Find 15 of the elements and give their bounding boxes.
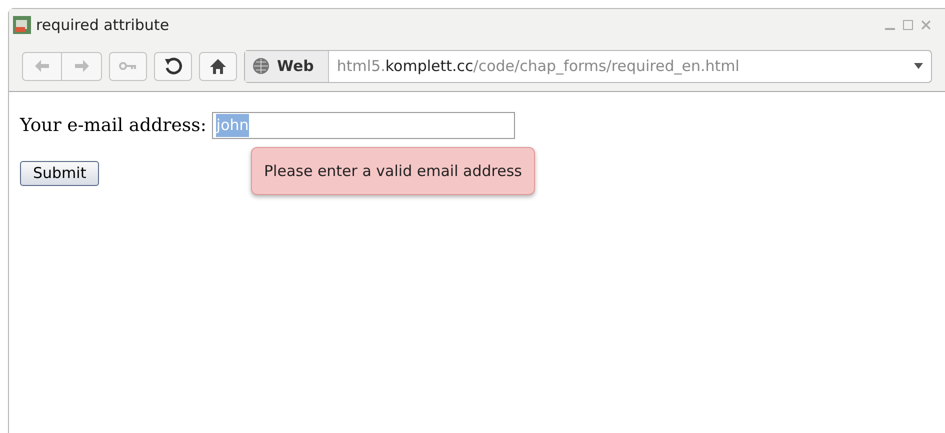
window-title: required attribute (36, 14, 170, 36)
submit-button[interactable]: Submit (20, 161, 100, 186)
left-arrow-icon (35, 60, 49, 72)
right-arrow-icon (74, 60, 88, 72)
validation-tooltip: Please enter a valid email address (251, 147, 535, 195)
key-button[interactable] (109, 52, 147, 80)
close-icon[interactable] (921, 20, 931, 30)
reload-icon (164, 57, 182, 75)
home-button[interactable] (199, 52, 237, 80)
key-icon (119, 62, 137, 70)
maximize-icon[interactable] (903, 20, 913, 30)
field-label: Your e-mail address: (20, 114, 206, 138)
app-icon (13, 16, 31, 34)
reload-button[interactable] (154, 52, 192, 80)
home-icon (210, 58, 226, 74)
